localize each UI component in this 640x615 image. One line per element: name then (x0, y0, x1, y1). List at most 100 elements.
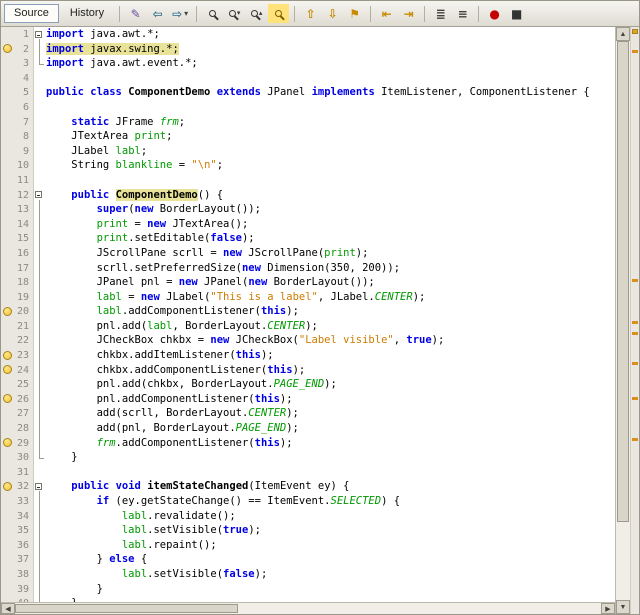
warning-icon[interactable] (3, 351, 12, 360)
warning-mark[interactable] (632, 50, 638, 53)
gutter-cell[interactable]: 12 (1, 188, 33, 203)
gutter-cell[interactable]: 7 (1, 115, 33, 130)
gutter-cell[interactable]: 8 (1, 129, 33, 144)
horizontal-scrollbar[interactable]: ◀ ▶ (1, 602, 615, 614)
code-line-9[interactable]: 9 JLabel labl; (1, 144, 615, 159)
warning-icon[interactable] (3, 394, 12, 403)
vertical-scroll-thumb[interactable] (617, 41, 629, 522)
error-stripe-status[interactable] (632, 29, 638, 34)
warning-icon[interactable] (3, 438, 12, 447)
code-line-10[interactable]: 10 String blankline = "\n"; (1, 158, 615, 173)
find-previous-occurrence-button[interactable]: ▴ (246, 4, 267, 23)
code-line-20[interactable]: 20 labl.addComponentListener(this); (1, 304, 615, 319)
gutter-cell[interactable]: 11 (1, 173, 33, 188)
gutter-cell[interactable]: 39 (1, 582, 33, 597)
code-text[interactable]: } (46, 450, 78, 465)
code-line-1[interactable]: 1 import java.awt.*; (1, 27, 615, 42)
code-text[interactable]: public class ComponentDemo extends JPane… (46, 85, 590, 100)
code-text[interactable]: add(scrll, BorderLayout.CENTER); (46, 406, 299, 421)
gutter-cell[interactable]: 24 (1, 363, 33, 378)
code-text[interactable]: JTextArea print; (46, 129, 172, 144)
code-line-3[interactable]: 3import java.awt.event.*; (1, 56, 615, 71)
fold-toggle[interactable] (33, 479, 46, 494)
last-edit-button[interactable]: ✎ (125, 4, 146, 23)
gutter-cell[interactable]: 9 (1, 144, 33, 159)
gutter-cell[interactable]: 16 (1, 246, 33, 261)
code-line-27[interactable]: 27 add(scrll, BorderLayout.CENTER); (1, 406, 615, 421)
previous-bookmark-button[interactable]: ⇧ (300, 4, 321, 23)
find-next-occurrence-button[interactable]: ▾ (224, 4, 245, 23)
code-line-23[interactable]: 23 chkbx.addItemListener(this); (1, 348, 615, 363)
code-text[interactable]: super(new BorderLayout()); (46, 202, 261, 217)
warning-icon[interactable] (3, 365, 12, 374)
code-text[interactable]: pnl.add(chkbx, BorderLayout.PAGE_END); (46, 377, 337, 392)
code-text[interactable]: JCheckBox chkbx = new JCheckBox("Label v… (46, 333, 444, 348)
code-line-16[interactable]: 16 JScrollPane scrll = new JScrollPane(p… (1, 246, 615, 261)
gutter-cell[interactable]: 5 (1, 85, 33, 100)
stop-macro-recording-button[interactable]: ■ (506, 4, 527, 23)
code-line-39[interactable]: 39 } (1, 582, 615, 597)
code-line-22[interactable]: 22 JCheckBox chkbx = new JCheckBox("Labe… (1, 333, 615, 348)
code-text[interactable]: static JFrame frm; (46, 115, 185, 130)
code-line-30[interactable]: 30 } (1, 450, 615, 465)
gutter-cell[interactable]: 4 (1, 71, 33, 86)
code-line-12[interactable]: 12 public ComponentDemo() { (1, 188, 615, 203)
scroll-down-button[interactable]: ▼ (616, 600, 630, 614)
find-selection-button[interactable] (202, 4, 223, 23)
warning-mark[interactable] (632, 279, 638, 282)
scroll-right-button[interactable]: ▶ (601, 603, 615, 614)
warning-mark[interactable] (632, 397, 638, 400)
horizontal-scroll-track[interactable] (15, 603, 601, 614)
code-line-11[interactable]: 11 (1, 173, 615, 188)
tab-source[interactable]: Source (4, 4, 59, 23)
code-line-33[interactable]: 33 if (ey.getStateChange() == ItemEvent.… (1, 494, 615, 509)
code-text[interactable]: JPanel pnl = new JPanel(new BorderLayout… (46, 275, 375, 290)
code-line-31[interactable]: 31 (1, 465, 615, 480)
gutter-cell[interactable]: 25 (1, 377, 33, 392)
gutter-cell[interactable]: 37 (1, 552, 33, 567)
code-text[interactable]: import java.awt.*; (46, 27, 160, 42)
warning-icon[interactable] (3, 44, 12, 53)
code-text[interactable]: JScrollPane scrll = new JScrollPane(prin… (46, 246, 368, 261)
collapse-icon[interactable] (35, 483, 42, 490)
gutter-cell[interactable]: 10 (1, 158, 33, 173)
code-line-14[interactable]: 14 print = new JTextArea(); (1, 217, 615, 232)
scroll-left-button[interactable]: ◀ (1, 603, 15, 614)
toggle-highlight-search-button[interactable] (268, 4, 289, 23)
code-text[interactable]: add(pnl, BorderLayout.PAGE_END); (46, 421, 299, 436)
code-line-37[interactable]: 37 } else { (1, 552, 615, 567)
gutter-cell[interactable]: 31 (1, 465, 33, 480)
warning-mark[interactable] (632, 438, 638, 441)
scroll-up-button[interactable]: ▲ (616, 27, 630, 41)
dropdown-arrow-icon[interactable]: ▾ (184, 10, 188, 18)
horizontal-scroll-thumb[interactable] (15, 604, 238, 613)
code-text[interactable]: } (46, 582, 103, 597)
code-text[interactable]: labl.addComponentListener(this); (46, 304, 299, 319)
code-text[interactable]: chkbx.addItemListener(this); (46, 348, 274, 363)
gutter-cell[interactable]: 27 (1, 406, 33, 421)
gutter-cell[interactable]: 40 (1, 596, 33, 602)
gutter-cell[interactable]: 34 (1, 509, 33, 524)
code-line-38[interactable]: 38 labl.setVisible(false); (1, 567, 615, 582)
collapse-icon[interactable] (35, 191, 42, 198)
code-line-6[interactable]: 6 (1, 100, 615, 115)
code-text[interactable]: JLabel labl; (46, 144, 147, 159)
gutter-cell[interactable]: 32 (1, 479, 33, 494)
gutter-cell[interactable]: 1 (1, 27, 33, 42)
gutter-cell[interactable]: 20 (1, 304, 33, 319)
fold-toggle[interactable] (33, 188, 46, 203)
code-text[interactable]: public ComponentDemo() { (46, 188, 223, 203)
gutter-cell[interactable]: 26 (1, 392, 33, 407)
vertical-scroll-track[interactable] (616, 41, 630, 600)
jump-back-button[interactable]: ⇦ (147, 4, 168, 23)
gutter-cell[interactable]: 38 (1, 567, 33, 582)
gutter-cell[interactable]: 21 (1, 319, 33, 334)
code-text[interactable]: if (ey.getStateChange() == ItemEvent.SEL… (46, 494, 400, 509)
code-text[interactable]: labl = new JLabel("This is a label", JLa… (46, 290, 425, 305)
code-text[interactable]: } else { (46, 552, 147, 567)
code-line-19[interactable]: 19 labl = new JLabel("This is a label", … (1, 290, 615, 305)
comment-button[interactable]: ≣ (430, 4, 451, 23)
gutter-cell[interactable]: 17 (1, 261, 33, 276)
code-text[interactable]: scrll.setPreferredSize(new Dimension(350… (46, 261, 400, 276)
vertical-scrollbar[interactable]: ▲ ▼ (615, 27, 630, 614)
